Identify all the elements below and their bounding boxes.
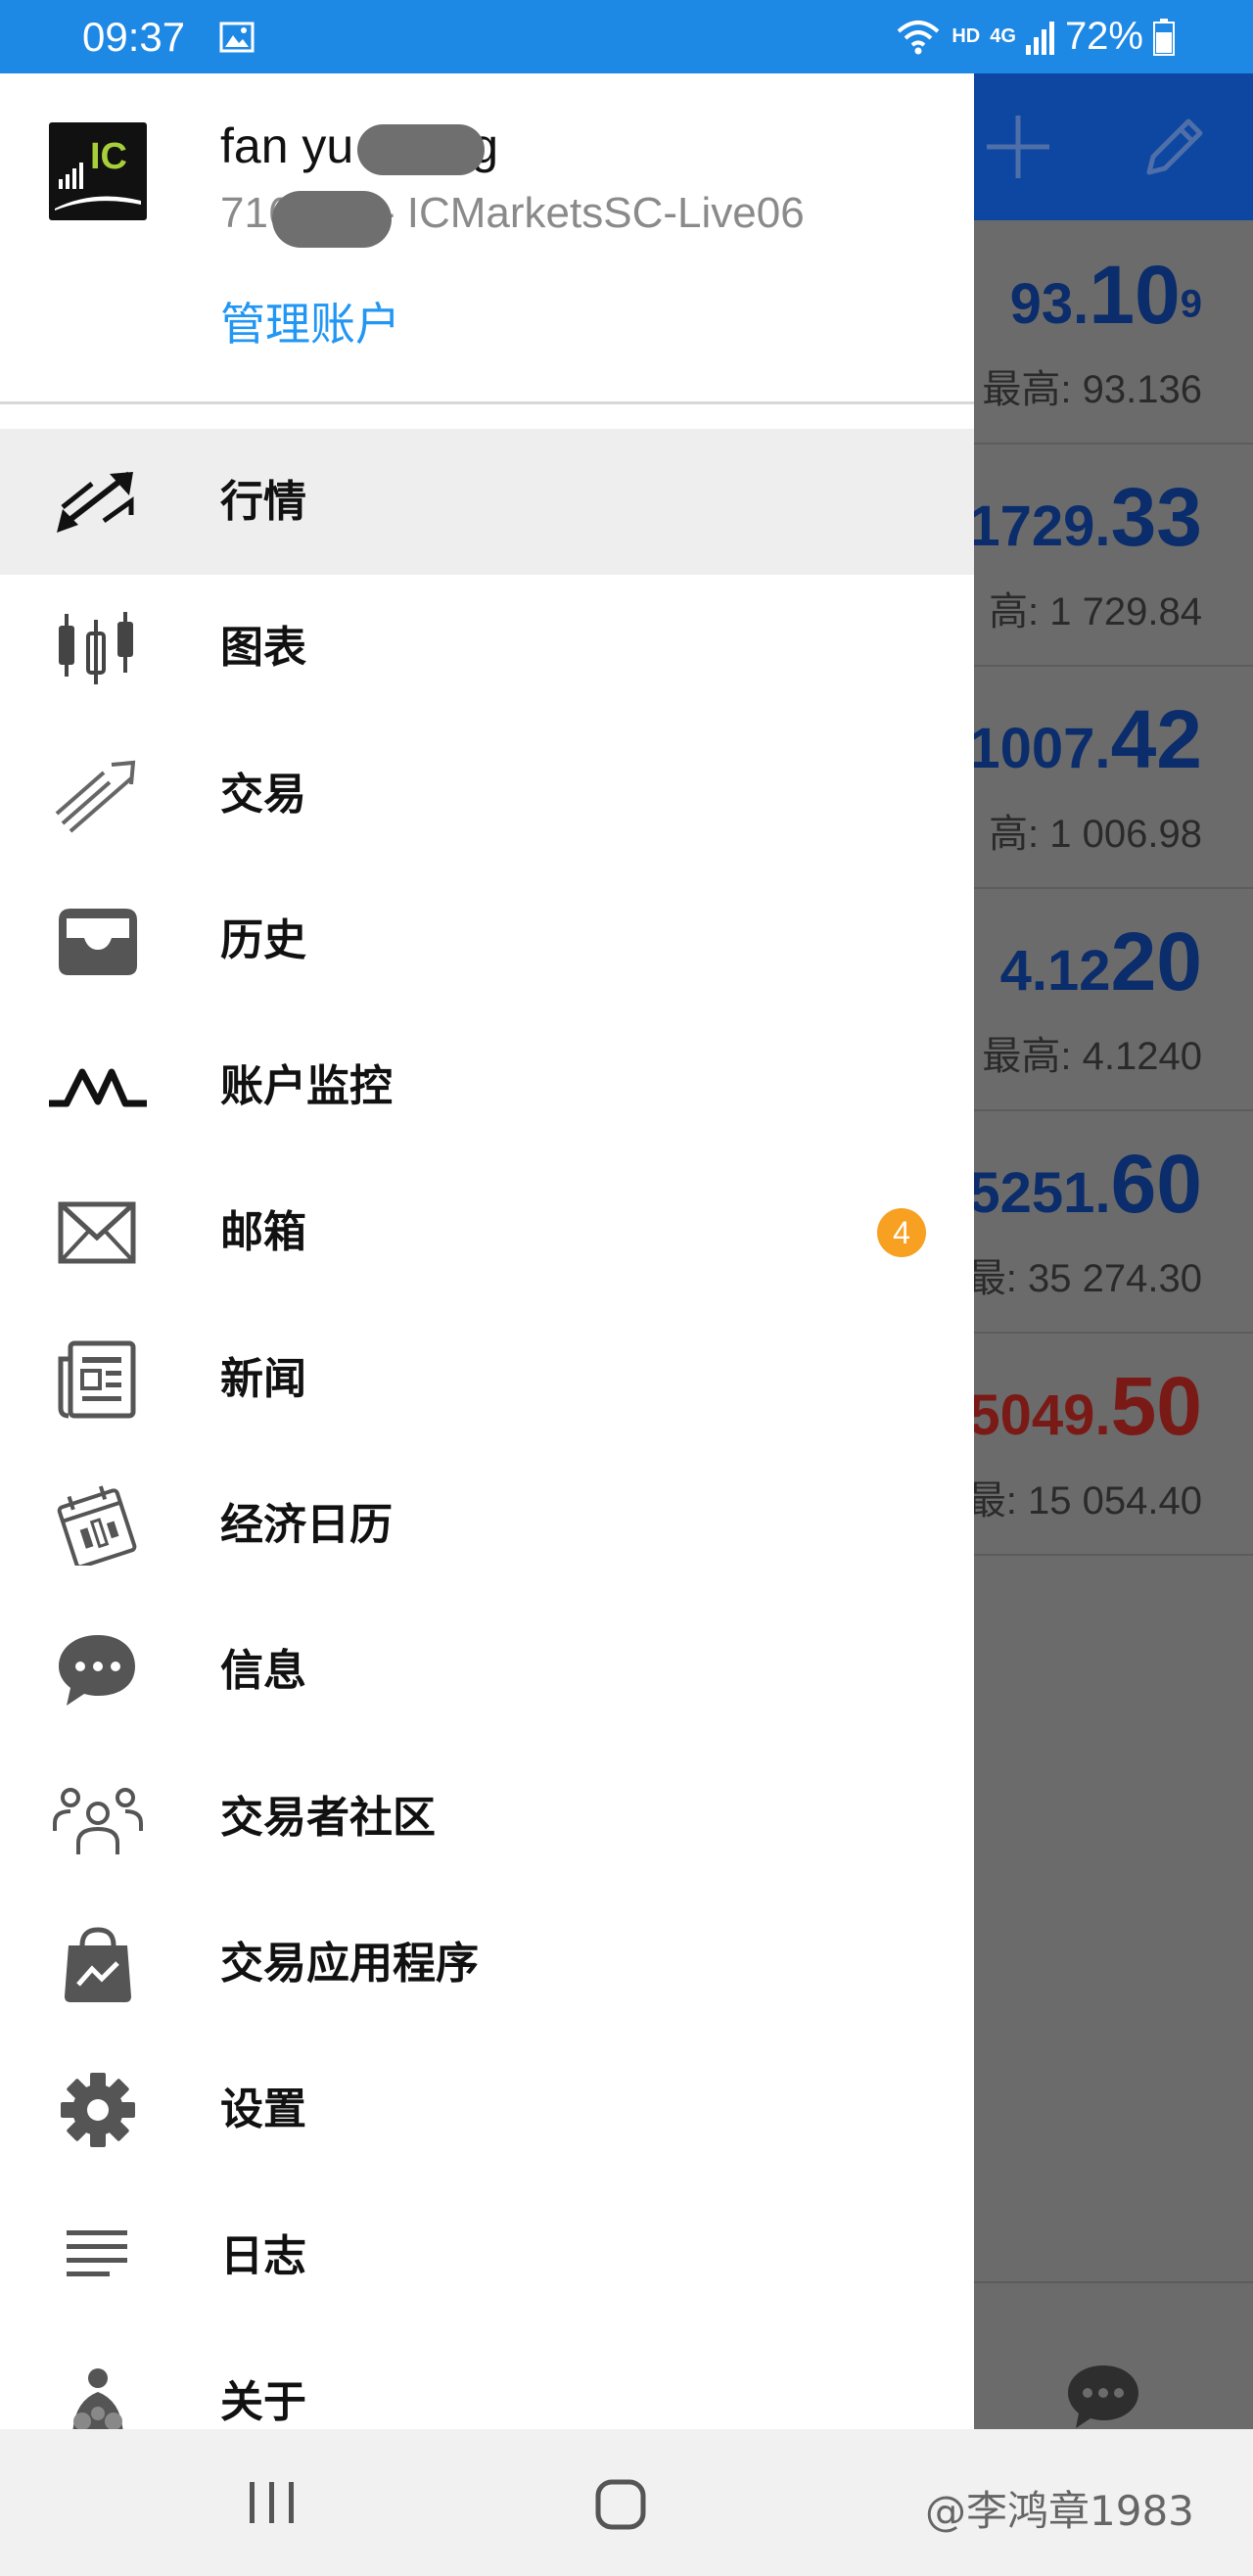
history-icon [59,908,137,975]
menu-item-community[interactable]: 交易者社区 [0,1745,974,1891]
quote-high: 高: 1 729.84 [989,590,1202,633]
logo-text: IC [90,136,127,177]
quote-high: 高: 1 006.98 [989,813,1202,856]
menu-label: 新闻 [220,1353,306,1404]
status-time: 09:37 [82,14,186,60]
quote-price: 93.109 [1009,249,1202,341]
menu-label: 交易 [220,769,306,820]
quote-price: 35251.60 [937,1138,1202,1230]
trade-icon [55,760,136,833]
economic-calendar-icon [57,1485,137,1567]
quotes-icon [57,471,134,533]
battery-percent: 72% [1064,15,1143,58]
hd-indicator: HD [951,25,981,47]
4g-indicator: 4G [990,25,1016,47]
menu-label: 交易者社区 [220,1792,436,1843]
menu-label: 设置 [220,2084,306,2135]
plus-icon [987,116,1049,178]
menu-label: 信息 [220,1646,306,1697]
menu-item-journal[interactable]: 日志 [0,2183,974,2329]
menu-item-messages[interactable]: 信息 [0,1598,974,1744]
menu-label: 邮箱 [220,1207,306,1258]
menu-label: 历史 [220,914,306,965]
quote-high: 最高: 93.136 [982,368,1202,411]
quote-high: 最高: 4.1240 [982,1035,1202,1078]
menu-item-quotes[interactable]: 行情 [0,429,974,576]
menu-item-trade[interactable]: 交易 [0,722,974,867]
menu-item-trading-apps[interactable]: 交易应用程序 [0,1891,974,2037]
menu-item-account-monitor[interactable]: 账户监控 [0,1013,974,1159]
menu-item-news[interactable]: 新闻 [0,1306,974,1452]
chart-icon [59,612,133,685]
wifi-icon [898,20,940,54]
pencil-icon [1146,118,1203,175]
navigation-drawer: IC fan yu g 7164- ICMarketsSC-Live06 管理账户 [0,73,974,2429]
drawer-menu: 行情 图表 交易 历史 账户监控 邮箱 4 新闻 经济日历 信息 交易者社区 交… [0,429,974,2429]
chat-bubble-icon [1068,2365,1138,2428]
quote-price: 4.1220 [999,915,1202,1007]
community-icon [53,1787,143,1854]
image-notification-icon [219,22,255,53]
account-header: IC fan yu g 7164- ICMarketsSC-Live06 管理账户 [0,73,974,401]
messages-icon [59,1635,135,1707]
quote-price: 1729.33 [968,471,1202,563]
settings-icon [61,2073,135,2148]
menu-item-chart[interactable]: 图表 [0,575,974,721]
menu-item-economic-calendar[interactable]: 经济日历 [0,1452,974,1598]
recent-apps-icon[interactable] [248,2480,297,2525]
menu-label: 账户监控 [220,1061,393,1112]
account-monitor-icon [49,1068,147,1107]
manage-accounts-link[interactable]: 管理账户 [220,289,400,353]
unread-badge: 4 [877,1208,926,1258]
menu-item-about[interactable]: 关于 [0,2329,974,2429]
battery-icon [1153,18,1175,56]
logo-bars-icon [59,163,83,189]
news-icon [58,1340,136,1419]
system-navigation-bar: @李鸿章1983 [0,2429,1253,2576]
quote-price: 15049.50 [937,1360,1202,1452]
signal-icon [1025,21,1054,55]
home-icon[interactable] [594,2478,647,2531]
menu-item-mailbox[interactable]: 邮箱 4 [0,1159,974,1305]
quote-high: 最: 35 274.30 [966,1257,1202,1300]
menu-label: 交易应用程序 [220,1938,479,1989]
menu-item-history[interactable]: 历史 [0,867,974,1013]
about-icon [72,2367,123,2429]
menu-label: 行情 [220,477,306,527]
redaction-blur [357,124,485,175]
menu-label: 图表 [220,623,306,674]
menu-item-settings[interactable]: 设置 [0,2037,974,2182]
logo-swoosh-icon [55,196,141,211]
watermark: @李鸿章1983 [925,2487,1194,2535]
trading-apps-icon [65,1927,131,2002]
broker-logo: IC [49,122,147,220]
status-right-group: HD 4G 72% [895,10,1175,64]
menu-label: 日志 [220,2230,306,2281]
quote-price: 1007.42 [968,693,1202,785]
status-bar: 09:37 HD 4G 72% [0,0,1253,73]
mailbox-icon [58,1201,136,1264]
menu-label: 经济日历 [220,1500,393,1551]
header-divider [0,401,974,404]
quote-high: 最: 15 054.40 [966,1479,1202,1522]
redaction-blur [272,191,392,248]
menu-label: 关于 [220,2376,306,2427]
journal-icon [67,2229,127,2276]
